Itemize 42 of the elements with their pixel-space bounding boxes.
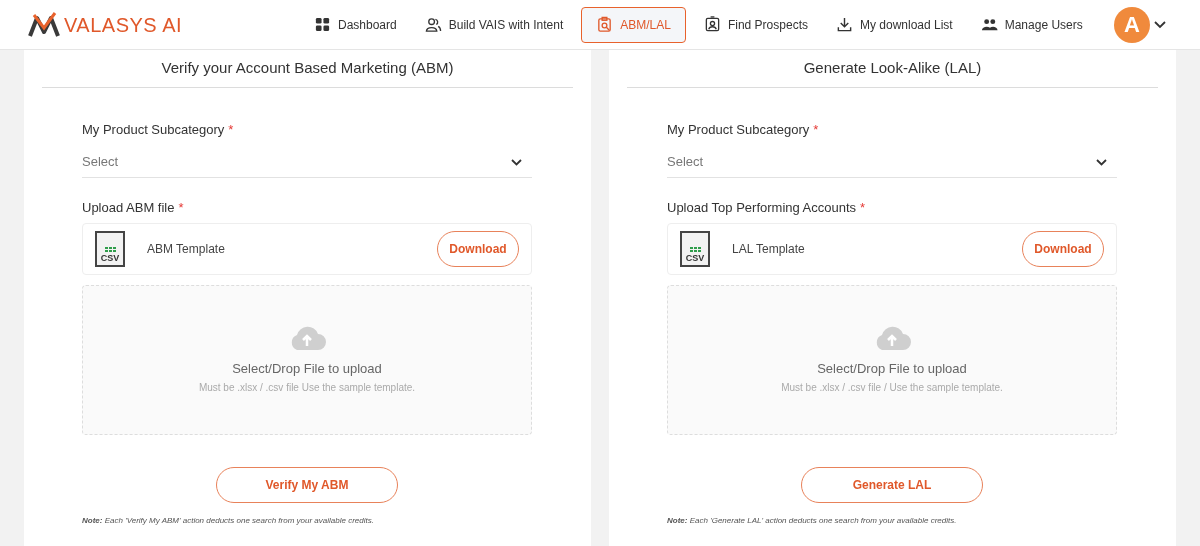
field-label: My Product Subcategory: [82, 121, 225, 139]
nav-tab[interactable]: ABM/LAL: [581, 6, 686, 43]
drop-hint: Must be .xlsx / .csv file Use the sample template.: [198, 381, 416, 396]
logo-text: VALASYS AI: [64, 12, 183, 38]
required-mark: *: [860, 198, 866, 217]
file-drop-zone[interactable]: Select/Drop File to upload Must be .xlsx / .csv file / Use the sample template.: [667, 285, 1117, 435]
note-text: Note: Each 'Verify My ABM' action deducts one search from your available credits.: [82, 515, 375, 527]
drop-hint: Must be .xlsx / .csv file / Use the sample template.: [781, 381, 1003, 396]
file-drop-zone[interactable]: Select/Drop File to upload Must be .xlsx / .csv file Use the sample template.: [82, 285, 532, 435]
nav-tab[interactable]: Dashboard: [304, 6, 407, 43]
users-icon: [424, 16, 442, 33]
nav-tab[interactable]: Find Prospects: [693, 6, 818, 43]
nav-tab[interactable]: My download List: [826, 6, 963, 43]
field-label: My Product Subcategory: [667, 121, 810, 139]
template-name: LAL Template: [732, 241, 805, 258]
required-mark: *: [813, 121, 819, 139]
chevron-down-icon: [1096, 158, 1107, 166]
field-label: Upload Top Performing Accounts: [667, 198, 857, 217]
csv-file-icon: CSV: [680, 231, 710, 267]
subcategory-select[interactable]: Select: [667, 147, 1117, 178]
field-label: Upload ABM file: [82, 198, 175, 217]
csv-file-icon: CSV: [95, 231, 125, 267]
note-text: Note: Each 'Generate LAL' action deducts one search from your available credits.: [667, 515, 958, 527]
nav-tab[interactable]: Build VAIS with Intent: [414, 6, 574, 43]
grid-icon: [314, 16, 331, 33]
template-name: ABM Template: [147, 241, 225, 258]
subcategory-select[interactable]: Select: [82, 147, 532, 178]
drop-title: Select/Drop File to upload: [232, 359, 382, 378]
clipboard-icon: [596, 16, 614, 33]
required-mark: *: [178, 198, 184, 217]
people-icon: [980, 16, 998, 33]
required-mark: *: [228, 121, 234, 139]
id-badge-icon: [703, 16, 721, 33]
nav-tab[interactable]: Manage Users: [970, 6, 1093, 43]
chevron-down-icon: [511, 158, 522, 166]
avatar[interactable]: A: [1114, 6, 1150, 43]
panel-title: Verify your Account Based Marketing (ABM): [161, 58, 454, 79]
drop-title: Select/Drop File to upload: [817, 359, 967, 378]
chevron-down-icon[interactable]: [1154, 20, 1166, 29]
download-icon: [836, 16, 853, 33]
panel-title: Generate Look-Alike (LAL): [803, 58, 982, 79]
logo-icon: [28, 11, 60, 38]
